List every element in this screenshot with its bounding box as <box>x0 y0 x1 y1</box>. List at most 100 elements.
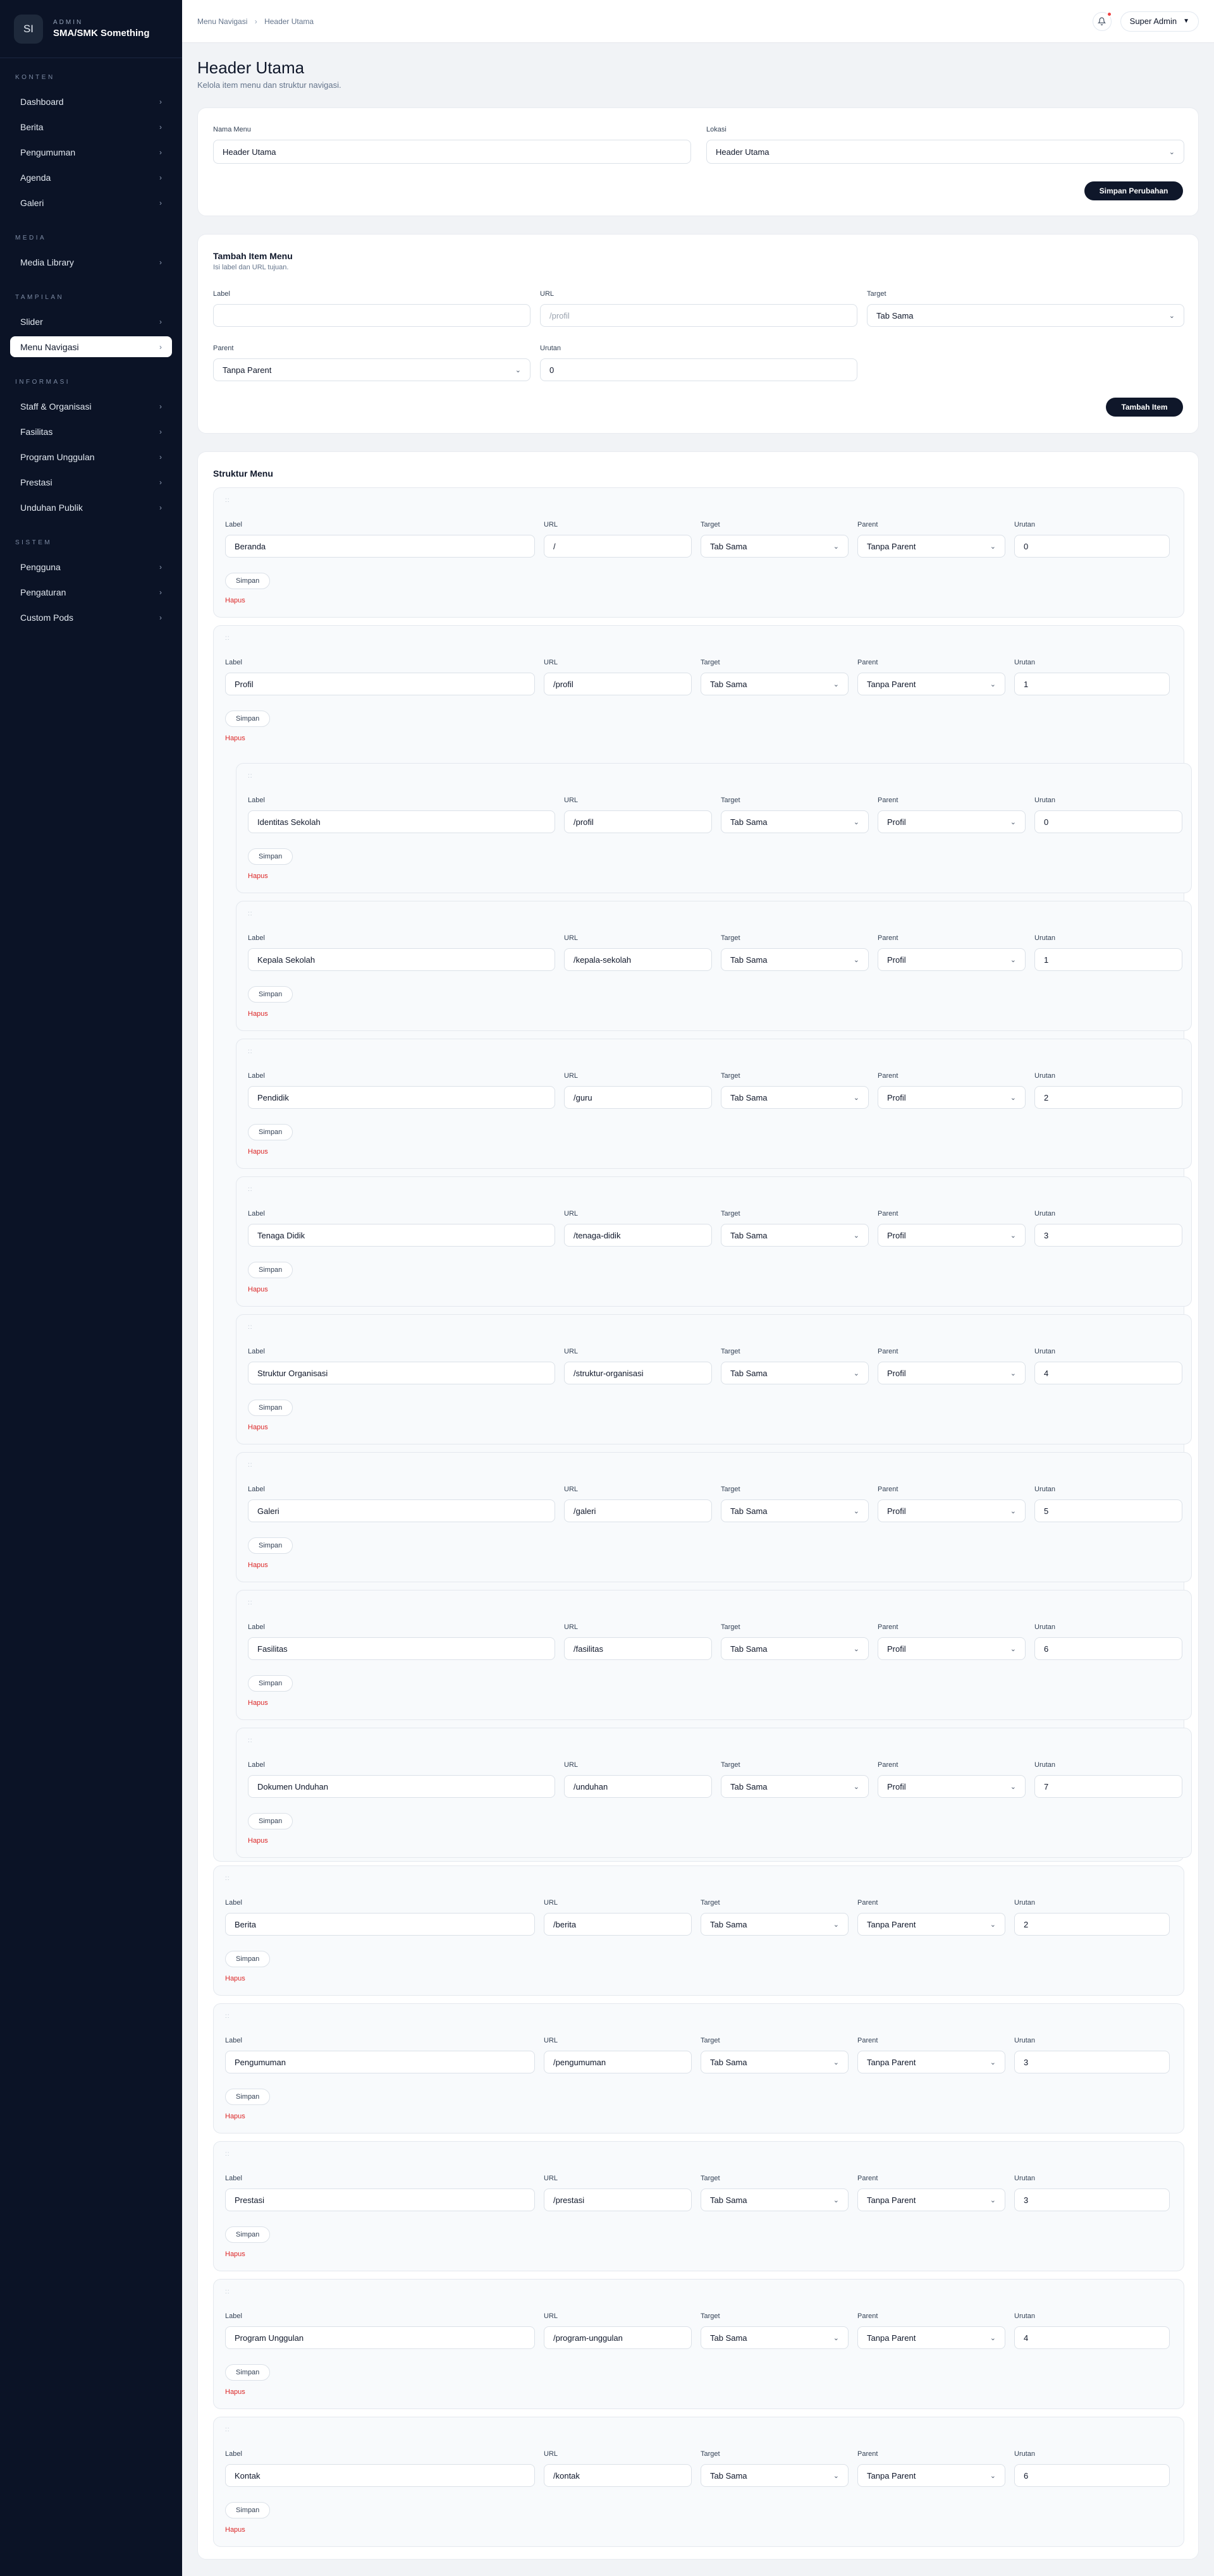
parent-select[interactable]: Tanpa Parent ⌄ <box>857 2464 1005 2487</box>
order-input[interactable]: 2 <box>1014 1913 1170 1936</box>
order-input[interactable]: 6 <box>1034 1637 1182 1660</box>
parent-select[interactable]: Profil ⌄ <box>878 1637 1026 1660</box>
url-input[interactable]: /kepala-sekolah <box>564 948 712 971</box>
target-select[interactable]: Tab Sama ⌄ <box>701 2051 849 2073</box>
target-select[interactable]: Tab Sama ⌄ <box>701 535 849 558</box>
sidebar-item-pengguna[interactable]: Pengguna › <box>10 556 172 577</box>
delete-item-link[interactable]: Hapus <box>225 2250 245 2258</box>
sidebar-item-menu-navigasi[interactable]: Menu Navigasi › <box>10 336 172 357</box>
parent-select[interactable]: Tanpa Parent ⌄ <box>857 535 1005 558</box>
label-input[interactable]: Program Unggulan <box>225 2326 535 2349</box>
delete-item-link[interactable]: Hapus <box>248 872 268 880</box>
save-item-button[interactable]: Simpan <box>225 2502 271 2518</box>
label-input[interactable]: Tenaga Didik <box>248 1224 555 1247</box>
add-label-input[interactable] <box>213 304 530 327</box>
label-input[interactable]: Identitas Sekolah <box>248 810 555 833</box>
drag-handle-icon[interactable]: :: <box>248 1737 253 1744</box>
delete-item-link[interactable]: Hapus <box>248 1837 268 1845</box>
label-input[interactable]: Kepala Sekolah <box>248 948 555 971</box>
url-input[interactable]: /fasilitas <box>564 1637 712 1660</box>
url-input[interactable]: /profil <box>564 810 712 833</box>
sidebar-item-fasilitas[interactable]: Fasilitas › <box>10 421 172 442</box>
save-item-button[interactable]: Simpan <box>248 1124 293 1140</box>
parent-select[interactable]: Tanpa Parent ⌄ <box>857 2188 1005 2211</box>
add-target-select[interactable]: Tab Sama ⌄ <box>867 304 1184 327</box>
save-item-button[interactable]: Simpan <box>248 1537 293 1554</box>
save-item-button[interactable]: Simpan <box>248 1262 293 1278</box>
save-item-button[interactable]: Simpan <box>225 573 271 589</box>
delete-item-link[interactable]: Hapus <box>225 2526 245 2534</box>
parent-select[interactable]: Profil ⌄ <box>878 1775 1026 1798</box>
url-input[interactable]: /unduhan <box>564 1775 712 1798</box>
save-item-button[interactable]: Simpan <box>248 848 293 865</box>
order-input[interactable]: 0 <box>1014 535 1170 558</box>
url-input[interactable]: /prestasi <box>544 2188 692 2211</box>
target-select[interactable]: Tab Sama ⌄ <box>721 948 869 971</box>
order-input[interactable]: 1 <box>1034 948 1182 971</box>
label-input[interactable]: Prestasi <box>225 2188 535 2211</box>
drag-handle-icon[interactable]: :: <box>248 1186 253 1193</box>
parent-select[interactable]: Tanpa Parent ⌄ <box>857 1913 1005 1936</box>
sidebar-item-agenda[interactable]: Agenda › <box>10 167 172 188</box>
delete-item-link[interactable]: Hapus <box>248 1286 268 1293</box>
save-item-button[interactable]: Simpan <box>225 2226 271 2243</box>
add-order-input[interactable]: 0 <box>540 358 857 381</box>
save-item-button[interactable]: Simpan <box>225 1951 271 1967</box>
parent-select[interactable]: Profil ⌄ <box>878 1362 1026 1384</box>
sidebar-item-pengumuman[interactable]: Pengumuman › <box>10 142 172 162</box>
delete-item-link[interactable]: Hapus <box>248 1010 268 1018</box>
delete-item-link[interactable]: Hapus <box>225 1975 245 1982</box>
order-input[interactable]: 4 <box>1034 1362 1182 1384</box>
url-input[interactable]: /struktur-organisasi <box>564 1362 712 1384</box>
save-item-button[interactable]: Simpan <box>248 1813 293 1829</box>
drag-handle-icon[interactable]: :: <box>225 2013 230 2020</box>
target-select[interactable]: Tab Sama ⌄ <box>701 673 849 695</box>
delete-item-link[interactable]: Hapus <box>248 1148 268 1156</box>
order-input[interactable]: 4 <box>1014 2326 1170 2349</box>
target-select[interactable]: Tab Sama ⌄ <box>721 1086 869 1109</box>
add-url-input[interactable]: /profil <box>540 304 857 327</box>
drag-handle-icon[interactable]: :: <box>248 1462 253 1468</box>
drag-handle-icon[interactable]: :: <box>248 1599 253 1606</box>
delete-item-link[interactable]: Hapus <box>248 1561 268 1569</box>
save-changes-button[interactable]: Simpan Perubahan <box>1084 181 1183 200</box>
sidebar-item-media-library[interactable]: Media Library › <box>10 252 172 272</box>
sidebar-item-prestasi[interactable]: Prestasi › <box>10 472 172 492</box>
url-input[interactable]: /guru <box>564 1086 712 1109</box>
delete-item-link[interactable]: Hapus <box>225 2113 245 2120</box>
sidebar-item-unduhan-publik[interactable]: Unduhan Publik › <box>10 497 172 518</box>
notification-button[interactable] <box>1092 11 1112 31</box>
label-input[interactable]: Pendidik <box>248 1086 555 1109</box>
parent-select[interactable]: Profil ⌄ <box>878 948 1026 971</box>
delete-item-link[interactable]: Hapus <box>225 2388 245 2396</box>
url-input[interactable]: /pengumuman <box>544 2051 692 2073</box>
sidebar-item-custom-pods[interactable]: Custom Pods › <box>10 607 172 628</box>
label-input[interactable]: Galeri <box>248 1499 555 1522</box>
parent-select[interactable]: Tanpa Parent ⌄ <box>857 673 1005 695</box>
delete-item-link[interactable]: Hapus <box>225 597 245 604</box>
add-item-button[interactable]: Tambah Item <box>1106 398 1183 417</box>
url-input[interactable]: /tenaga-didik <box>564 1224 712 1247</box>
target-select[interactable]: Tab Sama ⌄ <box>701 1913 849 1936</box>
parent-select[interactable]: Tanpa Parent ⌄ <box>857 2326 1005 2349</box>
save-item-button[interactable]: Simpan <box>248 1400 293 1416</box>
order-input[interactable]: 7 <box>1034 1775 1182 1798</box>
sidebar-item-staff-organisasi[interactable]: Staff & Organisasi › <box>10 396 172 417</box>
menu-name-input[interactable]: Header Utama <box>213 140 691 164</box>
drag-handle-icon[interactable]: :: <box>248 772 253 779</box>
drag-handle-icon[interactable]: :: <box>225 2426 230 2433</box>
target-select[interactable]: Tab Sama ⌄ <box>721 1499 869 1522</box>
drag-handle-icon[interactable]: :: <box>248 1048 253 1055</box>
location-select[interactable]: Header Utama ⌄ <box>706 140 1184 164</box>
save-item-button[interactable]: Simpan <box>248 986 293 1003</box>
order-input[interactable]: 1 <box>1014 673 1170 695</box>
add-parent-select[interactable]: Tanpa Parent ⌄ <box>213 358 530 381</box>
label-input[interactable]: Pengumuman <box>225 2051 535 2073</box>
url-input[interactable]: /program-unggulan <box>544 2326 692 2349</box>
order-input[interactable]: 6 <box>1014 2464 1170 2487</box>
parent-select[interactable]: Profil ⌄ <box>878 1224 1026 1247</box>
label-input[interactable]: Profil <box>225 673 535 695</box>
target-select[interactable]: Tab Sama ⌄ <box>721 1637 869 1660</box>
sidebar-item-slider[interactable]: Slider › <box>10 311 172 332</box>
sidebar-item-galeri[interactable]: Galeri › <box>10 192 172 213</box>
